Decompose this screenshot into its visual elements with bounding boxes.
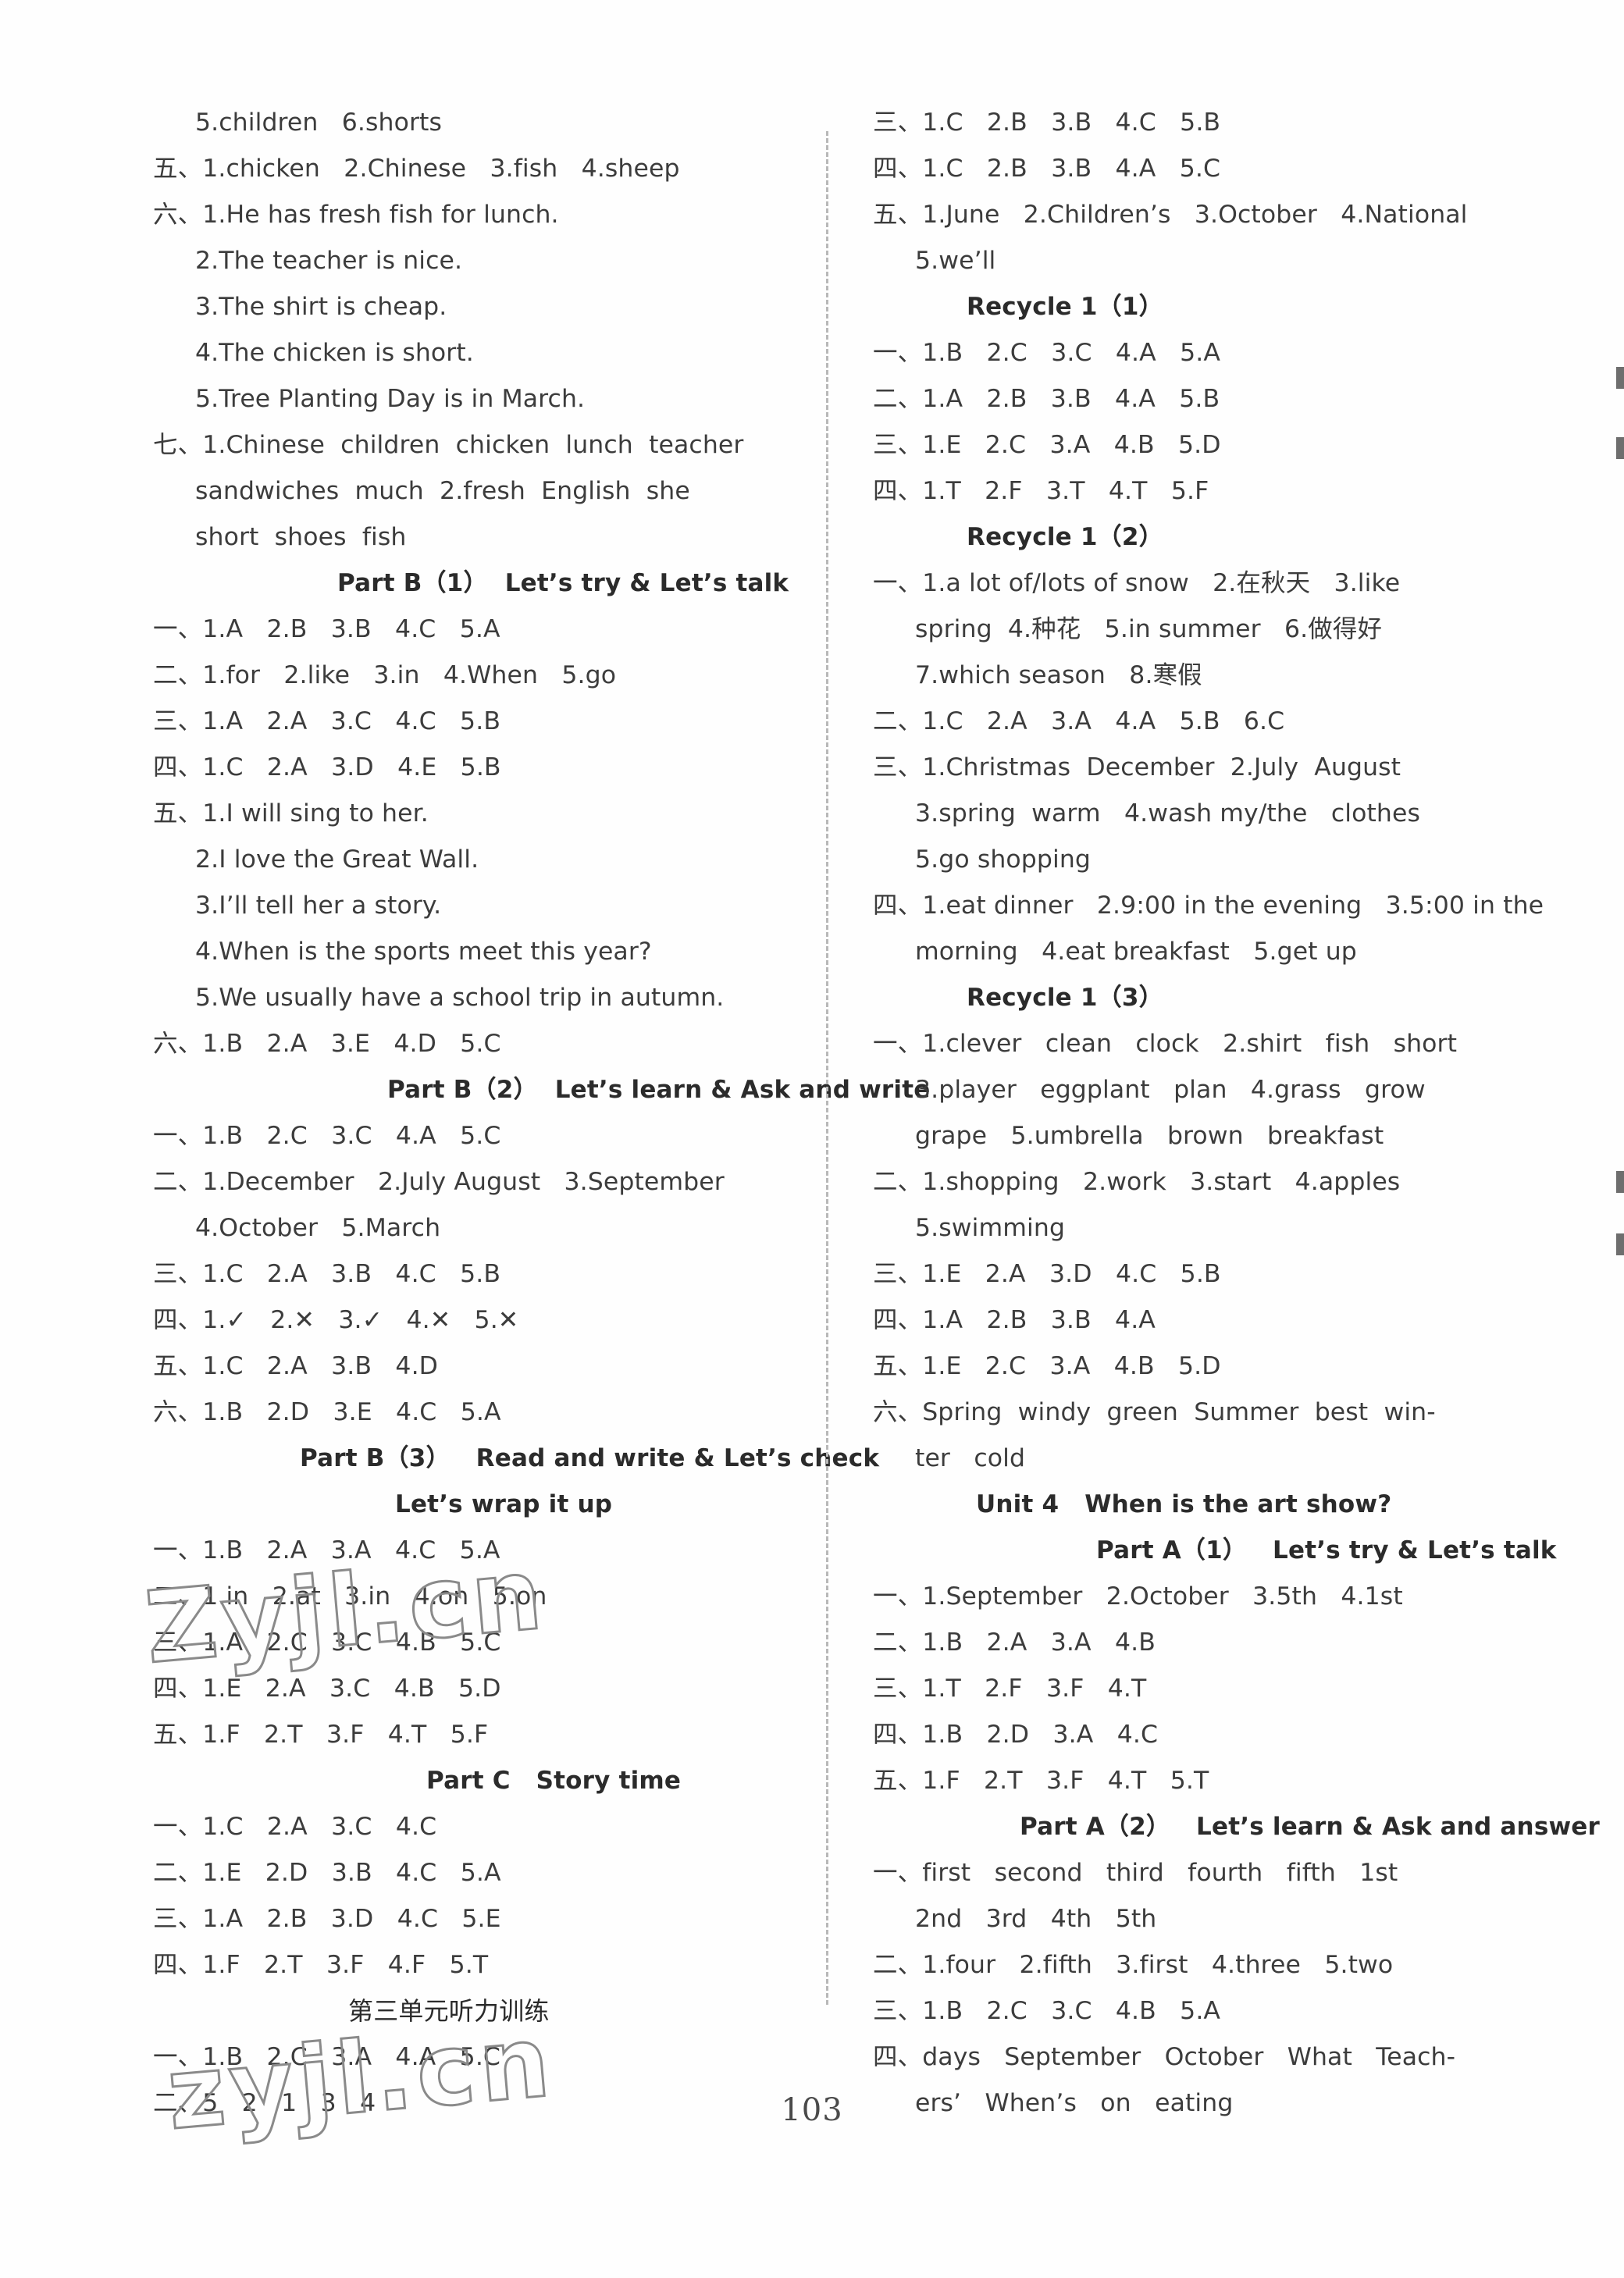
answer-line: 五、1.C 2.A 3.B 4.D — [153, 1352, 439, 1380]
answer-line: 一、1.B 2.C 3.C 4.A 5.C — [153, 1122, 501, 1150]
section-heading: Recycle 1（3） — [967, 984, 1163, 1012]
section-heading: 第三单元听力训练 — [348, 1996, 550, 2026]
answer-line: 三、1.E 2.C 3.A 4.B 5.D — [873, 431, 1221, 459]
answer-line: 三、1.E 2.A 3.D 4.C 5.B — [873, 1260, 1221, 1288]
answer-line: 四、1.E 2.A 3.C 4.B 5.D — [153, 1675, 501, 1703]
column-divider-dashed-rule — [826, 131, 828, 2005]
answer-line: 二、1.December 2.July August 3.September — [153, 1168, 725, 1196]
answer-line: 四、1.eat dinner 2.9:00 in the evening 3.5… — [873, 892, 1544, 920]
answer-line: 四、1.C 2.B 3.B 4.A 5.C — [873, 155, 1221, 183]
answer-line: 三、1.B 2.C 3.C 4.B 5.A — [873, 1997, 1221, 2025]
answer-line: 二、1.in 2.at 3.in 4.on 5.on — [153, 1582, 547, 1611]
page-number: 103 — [781, 2092, 843, 2128]
left-answer-column: 5.children 6.shorts 五、1.chicken 2.Chinese… — [0, 0, 931, 2117]
answer-line: 七、1.Chinese children chicken lunch teach… — [153, 431, 744, 459]
answer-line: 三、1.T 2.F 3.F 4.T — [873, 1675, 1147, 1703]
answer-line: 三、1.C 2.B 3.B 4.C 5.B — [873, 109, 1221, 137]
answer-line: 六、1.B 2.D 3.E 4.C 5.A — [153, 1398, 501, 1426]
page-edge-marker — [1616, 1171, 1624, 1193]
answer-line: 二、1.shopping 2.work 3.start 4.apples — [873, 1168, 1401, 1196]
answer-line: 二、1.B 2.A 3.A 4.B — [873, 1628, 1156, 1657]
page-edge-marker — [1616, 367, 1624, 389]
answer-line: 一、1.a lot of/lots of snow 2.在秋天 3.like — [873, 569, 1401, 597]
answer-line: 三、1.A 2.B 3.D 4.C 5.E — [153, 1905, 501, 1933]
section-heading: Unit 4 When is the art show? — [976, 1490, 1392, 1518]
answer-line: 五、1.F 2.T 3.F 4.T 5.F — [153, 1721, 489, 1749]
answer-line: 三、1.Christmas December 2.July August — [873, 753, 1401, 781]
answer-line: 4.The chicken is short. — [195, 339, 474, 367]
answer-line: 五、1.June 2.Children’s 3.October 4.Nation… — [873, 201, 1468, 229]
page-edge-marker — [1616, 1233, 1624, 1255]
answer-line: 5.We usually have a school trip in autum… — [195, 984, 725, 1012]
right-answer-column: 三、1.C 2.B 3.B 4.C 5.B 四、1.C 2.B 3.B 4.A 5… — [781, 0, 1624, 2117]
answer-line: 五、1.E 2.C 3.A 4.B 5.D — [873, 1352, 1221, 1380]
section-heading: Part B（2） Let’s learn & Ask and write — [387, 1076, 931, 1104]
answer-line: 四、1.T 2.F 3.T 4.T 5.F — [873, 477, 1209, 505]
answer-line: ter cold — [915, 1444, 1026, 1472]
section-heading: Let’s wrap it up — [395, 1490, 613, 1518]
section-heading: Part C Story time — [426, 1767, 682, 1795]
answer-line: 一、first second third fourth fifth 1st — [873, 1859, 1398, 1887]
answer-line: 五、1.F 2.T 3.F 4.T 5.T — [873, 1767, 1209, 1795]
answer-line: 二、1.for 2.like 3.in 4.When 5.go — [153, 661, 617, 689]
answer-line: 5.children 6.shorts — [195, 109, 442, 137]
answer-line: 三、1.A 2.C 3.C 4.B 5.C — [153, 1628, 501, 1657]
section-heading: Recycle 1（2） — [967, 523, 1163, 551]
answer-line: 2.I love the Great Wall. — [195, 845, 479, 874]
section-heading: Recycle 1（1） — [967, 293, 1163, 321]
answer-line: 四、1.✓ 2.✕ 3.✓ 4.✕ 5.✕ — [153, 1306, 519, 1334]
answer-line: 四、1.A 2.B 3.B 4.A — [873, 1306, 1156, 1334]
answer-line: 一、1.A 2.B 3.B 4.C 5.A — [153, 615, 500, 643]
answer-line: 六、Spring windy green Summer best win- — [873, 1398, 1436, 1426]
answer-line: 一、1.B 2.A 3.A 4.C 5.A — [153, 1536, 500, 1564]
answer-line: 五、1.chicken 2.Chinese 3.fish 4.sheep — [153, 155, 680, 183]
section-heading: Part B（3） Read and write & Let’s check — [300, 1444, 880, 1472]
answer-line: 7.which season 8.寒假 — [915, 661, 1202, 689]
answer-line: 一、1.September 2.October 3.5th 4.1st — [873, 1582, 1403, 1611]
answer-line: 二、1.C 2.A 3.A 4.A 5.B 6.C — [873, 707, 1285, 735]
answer-line: 5.swimming — [915, 1214, 1066, 1242]
page-edge-marker — [1616, 437, 1624, 459]
answer-line: 四、1.F 2.T 3.F 4.F 5.T — [153, 1951, 489, 1979]
answer-line: 3.player eggplant plan 4.grass grow — [915, 1076, 1426, 1104]
answer-line: 二、1.A 2.B 3.B 4.A 5.B — [873, 385, 1220, 413]
answer-line: spring 4.种花 5.in summer 6.做得好 — [915, 615, 1383, 643]
answer-line: 一、1.C 2.A 3.C 4.C — [153, 1813, 437, 1841]
section-heading: Part A（1） Let’s try & Let’s talk — [1096, 1536, 1557, 1564]
answer-line: 4.When is the sports meet this year? — [195, 938, 652, 966]
answer-line: 六、1.B 2.A 3.E 4.D 5.C — [153, 1030, 501, 1058]
answer-line: 3.spring warm 4.wash my/the clothes — [915, 799, 1420, 828]
answer-line: 四、1.C 2.A 3.D 4.E 5.B — [153, 753, 501, 781]
answer-line: 三、1.C 2.A 3.B 4.C 5.B — [153, 1260, 501, 1288]
answer-line: 5.we’ll — [915, 247, 996, 275]
answer-line: 5.go shopping — [915, 845, 1091, 874]
answer-line: short shoes fish — [195, 523, 407, 551]
answer-line: morning 4.eat breakfast 5.get up — [915, 938, 1357, 966]
two-column-layout: 5.children 6.shorts 五、1.chicken 2.Chinese… — [0, 0, 1624, 2117]
answer-key-page: 5.children 6.shorts 五、1.chicken 2.Chinese… — [0, 0, 1624, 2278]
answer-line: 一、1.B 2.C 3.A 4.A 5.C — [153, 2043, 501, 2071]
section-heading: Part A（2） Let’s learn & Ask and answer — [1020, 1813, 1601, 1841]
section-heading: Part B（1） Let’s try & Let’s talk — [337, 569, 789, 597]
answer-line: 5.Tree Planting Day is in March. — [195, 385, 586, 413]
answer-line: 2nd 3rd 4th 5th — [915, 1905, 1157, 1933]
answer-line: 3.I’ll tell her a story. — [195, 892, 442, 920]
answer-line: 二、1.four 2.fifth 3.first 4.three 5.two — [873, 1951, 1394, 1979]
answer-line: 三、1.A 2.A 3.C 4.C 5.B — [153, 707, 501, 735]
answer-line: 3.The shirt is cheap. — [195, 293, 447, 321]
answer-line: 一、1.B 2.C 3.C 4.A 5.A — [873, 339, 1221, 367]
answer-line: 四、days September October What Teach- — [873, 2043, 1456, 2071]
answer-line: grape 5.umbrella brown breakfast — [915, 1122, 1384, 1150]
answer-line: 2.The teacher is nice. — [195, 247, 463, 275]
answer-line: sandwiches much 2.fresh English she — [195, 477, 690, 505]
answer-line: 五、1.I will sing to her. — [153, 799, 429, 828]
answer-line: 二、1.E 2.D 3.B 4.C 5.A — [153, 1859, 501, 1887]
answer-line: 六、1.He has fresh fish for lunch. — [153, 201, 559, 229]
answer-line: 4.October 5.March — [195, 1214, 441, 1242]
answer-line: 一、1.clever clean clock 2.shirt fish shor… — [873, 1030, 1458, 1058]
answer-line: 四、1.B 2.D 3.A 4.C — [873, 1721, 1159, 1749]
